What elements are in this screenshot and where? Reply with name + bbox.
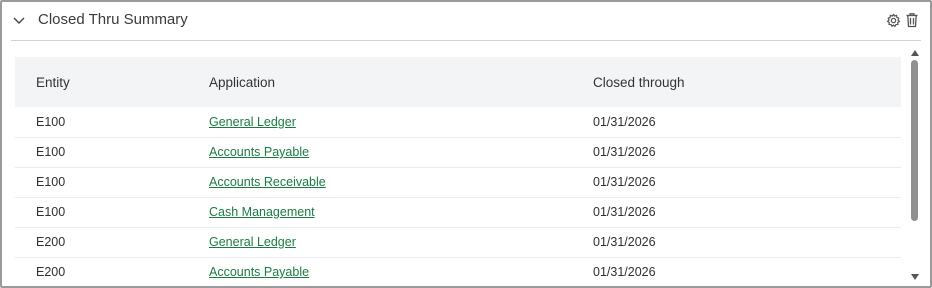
scroll-thumb[interactable] xyxy=(911,60,918,221)
table-row: E100 Cash Management 01/31/2026 xyxy=(15,197,901,227)
closed-through-cell: 01/31/2026 xyxy=(593,175,656,189)
panel-header: Closed Thru Summary xyxy=(2,2,930,40)
table-row: E200 General Ledger 01/31/2026 xyxy=(15,227,901,257)
table-row: E100 General Ledger 01/31/2026 xyxy=(15,107,901,137)
panel-title: Closed Thru Summary xyxy=(38,11,188,28)
header-divider xyxy=(11,40,921,41)
entity-cell: E100 xyxy=(36,205,66,219)
table-header-row: Entity Application Closed through xyxy=(15,57,901,107)
table-row: E100 Accounts Payable 01/31/2026 xyxy=(15,137,901,167)
header-actions xyxy=(885,11,920,29)
closed-through-cell: 01/31/2026 xyxy=(593,145,656,159)
application-link[interactable]: Accounts Payable xyxy=(209,265,309,279)
column-header-application: Application xyxy=(209,74,276,90)
closed-thru-table: Entity Application Closed through E100 G… xyxy=(15,57,901,286)
column-header-closed-through: Closed through xyxy=(593,74,685,90)
entity-cell: E100 xyxy=(36,175,66,189)
application-link[interactable]: Accounts Receivable xyxy=(209,175,326,189)
closed-through-cell: 01/31/2026 xyxy=(593,235,656,249)
entity-cell: E100 xyxy=(36,114,66,129)
vertical-scrollbar[interactable] xyxy=(909,45,921,283)
closed-through-cell: 01/31/2026 xyxy=(593,265,656,279)
closed-through-cell: 01/31/2026 xyxy=(593,114,656,129)
scroll-up-arrow-icon[interactable] xyxy=(910,45,920,56)
application-link[interactable]: General Ledger xyxy=(209,115,296,129)
application-link[interactable]: Accounts Payable xyxy=(209,145,309,159)
entity-cell: E100 xyxy=(36,145,66,159)
chevron-down-icon[interactable] xyxy=(10,11,28,29)
closed-thru-table-container: Entity Application Closed through E100 G… xyxy=(15,57,901,286)
table-row: E100 Accounts Receivable 01/31/2026 xyxy=(15,167,901,197)
entity-cell: E200 xyxy=(36,235,66,249)
closed-thru-summary-panel: Closed Thru Summary Entity Application C… xyxy=(0,0,932,288)
scroll-down-arrow-icon[interactable] xyxy=(910,269,920,280)
application-link[interactable]: Cash Management xyxy=(209,205,315,219)
entity-cell: E200 xyxy=(36,265,66,279)
column-header-entity: Entity xyxy=(36,74,70,90)
application-link[interactable]: General Ledger xyxy=(209,235,296,249)
gear-icon[interactable] xyxy=(885,11,901,29)
closed-through-cell: 01/31/2026 xyxy=(593,205,656,219)
trash-icon[interactable] xyxy=(904,11,920,29)
table-row: E200 Accounts Payable 01/31/2026 xyxy=(15,257,901,286)
